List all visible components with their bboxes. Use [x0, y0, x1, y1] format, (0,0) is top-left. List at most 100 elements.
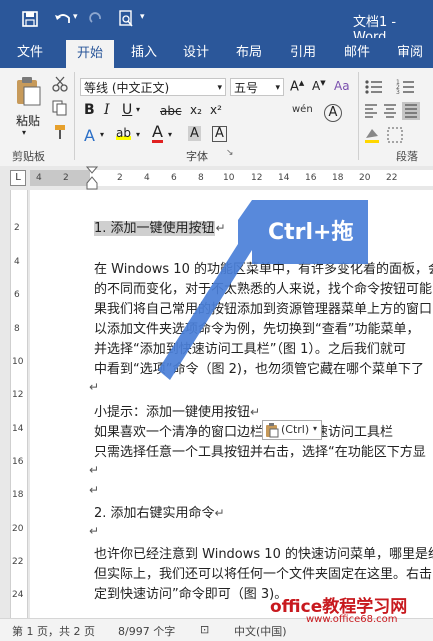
ruler-tick: 20 — [359, 173, 371, 183]
text-effects-dropdown-icon[interactable]: ▾ — [100, 130, 104, 139]
paste-options-button[interactable]: (Ctrl) ▾ — [262, 420, 322, 440]
ruler-tick: 14 — [278, 173, 290, 183]
vertical-ruler-track: 2 4 6 8 10 12 14 16 18 20 22 24 — [10, 190, 28, 618]
underline-dropdown-icon[interactable]: ▾ — [136, 105, 140, 114]
font-dialog-launcher-icon[interactable]: ↘ — [226, 148, 234, 158]
chevron-down-icon: ▾ — [217, 83, 222, 93]
heading-2-text: 2. 添加右键实用命令 — [94, 506, 215, 521]
paragraph-mark: ↵ — [89, 524, 100, 538]
font-size-select[interactable]: 五号 ▾ — [230, 78, 284, 96]
tab-home[interactable]: 开始 — [66, 40, 114, 68]
ruler-tick: 22 — [386, 173, 398, 183]
text-effects-icon[interactable]: A — [84, 126, 95, 145]
tab-file[interactable]: 文件 — [8, 38, 52, 68]
ruler-tick: 16 — [305, 173, 317, 183]
shrink-font-icon[interactable]: A▼ — [312, 79, 326, 93]
paste-dropdown-icon[interactable]: ▾ — [22, 128, 26, 137]
paragraph-mark: ↵ — [89, 483, 100, 497]
paste-label[interactable]: 粘贴 — [16, 112, 40, 129]
enclose-char-icon[interactable]: A — [324, 104, 342, 122]
numbering-icon[interactable]: 1 2 3 — [396, 78, 416, 96]
language-indicator[interactable]: 中文(中国) — [234, 623, 287, 639]
page-count[interactable]: 第 1 页，共 2 页 — [12, 623, 95, 639]
ruler-tick: 2 — [14, 223, 20, 233]
customize-qat-icon[interactable]: ▾ — [140, 12, 145, 22]
grow-font-icon[interactable]: A▲ — [290, 79, 304, 94]
paragraph-line[interactable]: 如果喜欢一个清净的窗口边栏，想将快速访问工具栏 — [94, 421, 393, 440]
format-painter-icon[interactable] — [52, 124, 68, 140]
copy-icon[interactable] — [52, 100, 68, 116]
paragraph-mark: ↵ — [89, 463, 100, 477]
clipboard-icon — [266, 423, 279, 438]
char-border-icon[interactable]: A — [212, 126, 227, 142]
undo-dropdown-icon[interactable]: ▾ — [73, 12, 78, 22]
paragraph-line[interactable]: 也许你已经注意到 Windows 10 的快速访问菜单，哪里是经 — [94, 543, 433, 562]
horizontal-ruler[interactable]: L 4 2 2 4 6 8 10 12 14 16 18 20 22 — [0, 166, 433, 191]
ruler-tick: 24 — [12, 590, 24, 600]
undo-icon[interactable] — [54, 11, 72, 27]
paragraph-mark: ↵ — [214, 506, 225, 520]
char-shading-icon[interactable]: A — [188, 126, 201, 141]
proofing-icon[interactable]: ⊡ — [200, 623, 209, 636]
tab-references[interactable]: 引用 — [281, 38, 325, 68]
cut-icon[interactable] — [52, 76, 68, 92]
highlight-dropdown-icon[interactable]: ▾ — [136, 130, 140, 139]
font-name-select[interactable]: 等线 (中文正文) ▾ — [80, 78, 226, 96]
tab-mailings[interactable]: 邮件 — [335, 38, 379, 68]
paragraph-line[interactable]: 但实际上，我们还可以将任何一个文件夹固定在这里。右击 — [94, 563, 432, 582]
phonetic-guide-icon[interactable]: wén — [292, 104, 313, 115]
ruler-tick: 10 — [223, 173, 235, 183]
bold-button[interactable]: B — [84, 102, 95, 118]
paste-icon[interactable] — [14, 76, 42, 106]
subscript-button[interactable]: x₂ — [190, 103, 202, 117]
ruler-tick: 12 — [251, 173, 263, 183]
ruler-tick: 22 — [12, 557, 24, 567]
underline-button[interactable]: U — [122, 102, 132, 118]
redo-icon[interactable] — [88, 11, 104, 27]
ruler-tick: 16 — [12, 457, 24, 467]
group-paragraph-label: 段落 — [396, 150, 418, 163]
title-bar: ▾ ▾ 文档1 - Word — [0, 0, 433, 45]
callout-text: Ctrl+拖 — [268, 220, 354, 245]
print-preview-icon[interactable] — [118, 10, 134, 28]
divider — [358, 72, 359, 160]
tab-design[interactable]: 设计 — [174, 38, 218, 68]
ribbon-tabs: 文件 开始 插入 设计 布局 引用 邮件 审阅 — [0, 38, 433, 68]
ruler-tick: 20 — [12, 524, 24, 534]
tab-insert[interactable]: 插入 — [122, 38, 166, 68]
save-icon[interactable] — [22, 11, 38, 27]
ruler-tick: 18 — [332, 173, 344, 183]
tab-layout[interactable]: 布局 — [227, 38, 271, 68]
heading-2[interactable]: 2. 添加右键实用命令↵ — [94, 502, 225, 521]
ruler-tick: 14 — [12, 424, 24, 434]
shading-border-buttons — [365, 127, 403, 143]
change-case-icon[interactable]: Aa — [334, 79, 350, 93]
ruler-tick: 18 — [12, 490, 24, 500]
font-color-dropdown-icon[interactable]: ▾ — [168, 130, 172, 139]
divider — [74, 72, 75, 160]
ruler-tick: 6 — [14, 290, 20, 300]
strikethrough-button[interactable]: abc — [160, 104, 182, 118]
chevron-down-icon: ▾ — [275, 83, 280, 93]
ruler-tick: 8 — [14, 324, 20, 334]
tab-review[interactable]: 审阅 — [388, 38, 432, 68]
tab-selector-icon[interactable]: L — [10, 170, 26, 186]
paragraph-line[interactable]: 定到快速访问”命令即可（图 3)。 — [94, 583, 287, 602]
font-color-icon[interactable]: A — [152, 124, 163, 143]
paragraph-line[interactable]: 只需选择任意一个工具按钮并右击，选择“在功能区下方显 — [94, 441, 426, 460]
ruler-tick: 4 — [36, 173, 42, 183]
group-font-label: 字体 — [186, 150, 208, 163]
ruler-tick: 4 — [14, 257, 20, 267]
highlight-icon[interactable]: ab — [116, 126, 131, 140]
ruler-tick: 2 — [63, 173, 69, 183]
bullets-icon[interactable] — [364, 78, 384, 96]
ribbon-home: 粘贴 ▾ 剪贴板 等线 (中文正文) ▾ 五号 ▾ A▲ A▼ Aa B I U… — [0, 68, 433, 167]
superscript-button[interactable]: x² — [210, 103, 222, 117]
font-name-value: 等线 (中文正文) — [84, 81, 170, 95]
italic-button[interactable]: I — [104, 102, 110, 118]
chevron-down-icon: ▾ — [313, 424, 318, 433]
alignment-buttons — [365, 102, 420, 120]
indent-markers-icon[interactable] — [86, 166, 98, 190]
word-count[interactable]: 8/997 个字 — [118, 623, 175, 639]
group-clipboard-label: 剪贴板 — [12, 150, 45, 163]
